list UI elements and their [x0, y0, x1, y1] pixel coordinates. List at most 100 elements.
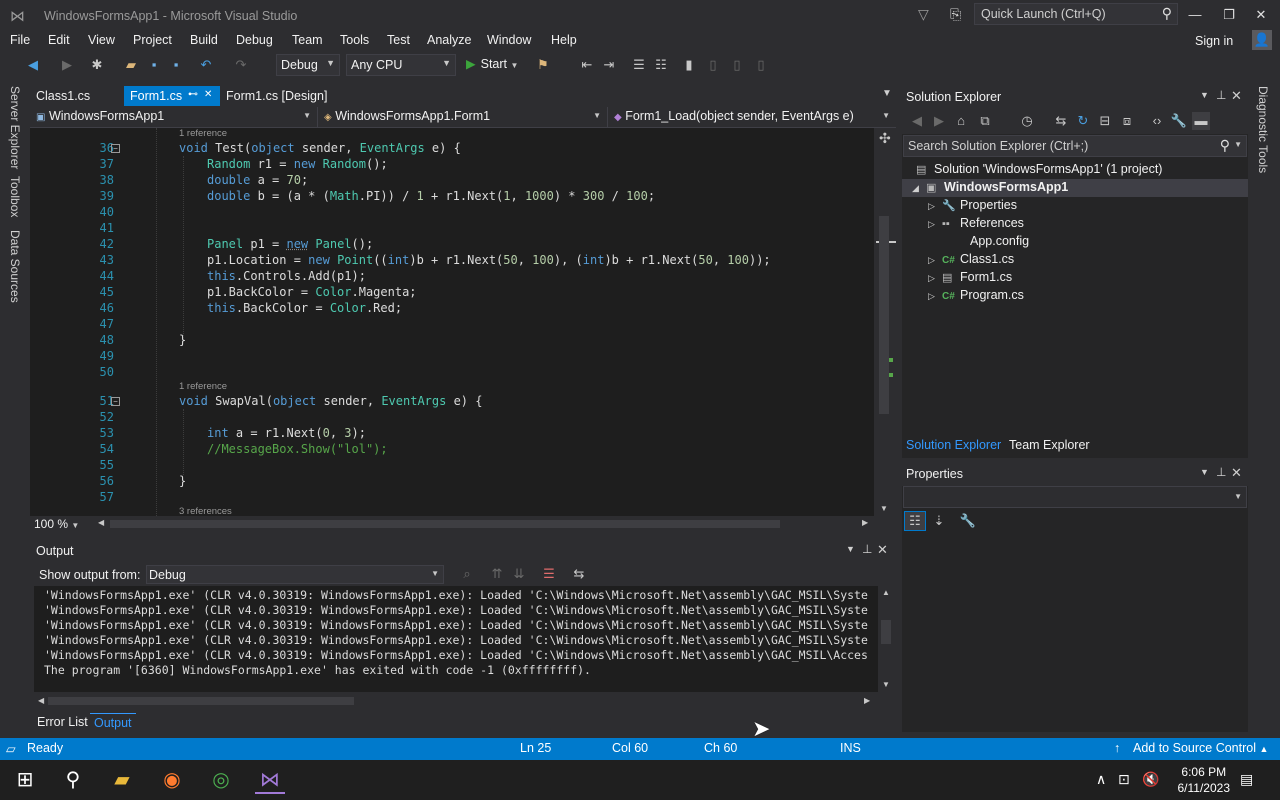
tree-item-solution[interactable]: ▤ Solution 'WindowsFormsApp1' (1 project) — [916, 162, 1162, 176]
alphabetical-icon[interactable]: ⇣ — [929, 512, 949, 530]
tab-form1-cs[interactable]: Form1.cs ⊷ ✕ — [124, 86, 220, 106]
auto-hide-pin-icon[interactable]: ⊥ — [1216, 88, 1226, 102]
refresh-icon[interactable]: ↻ — [1074, 112, 1092, 130]
scroll-right-icon[interactable]: ▶ — [864, 696, 870, 705]
close-output-icon[interactable]: ✕ — [877, 542, 888, 558]
redo-icon[interactable]: ↷ — [232, 56, 250, 74]
tree-item-app-config[interactable]: App.config — [942, 234, 1029, 248]
scroll-left-icon[interactable]: ◀ — [98, 518, 104, 527]
quick-launch-input[interactable]: Quick Launch (Ctrl+Q) ⚲ — [974, 3, 1178, 25]
menu-file[interactable]: File — [10, 33, 30, 47]
tab-form1-design[interactable]: Form1.cs [Design] — [220, 86, 333, 106]
next-message-icon[interactable]: ⇊ — [510, 565, 528, 583]
member-dropdown[interactable]: ◆ Form1_Load(object sender, EventArgs e)… — [610, 107, 896, 127]
project-dropdown[interactable]: ▣ WindowsFormsApp1 ▼ — [32, 107, 318, 127]
network-icon[interactable]: ⊡ — [1118, 771, 1130, 788]
uncomment-lines-icon[interactable]: ☷ — [652, 56, 670, 74]
toolbox-tab[interactable]: Toolbox — [8, 176, 22, 217]
previous-bookmark-icon[interactable]: ▯ — [704, 56, 722, 74]
show-hidden-icons-icon[interactable]: ∧ — [1096, 771, 1106, 788]
properties-object-select[interactable]: ▼ — [903, 486, 1247, 508]
code-editor[interactable]: 36 37 38 39 40 41 42 43 44 45 46 47 48 4… — [30, 128, 874, 516]
tab-overflow-chevron-icon[interactable]: ▼ — [882, 88, 892, 99]
collapse-all-icon[interactable]: ⊟ — [1096, 112, 1114, 130]
close-tab-icon[interactable]: ✕ — [204, 89, 212, 100]
menu-view[interactable]: View — [88, 33, 115, 47]
file-explorer-icon[interactable]: ▰ — [107, 766, 137, 794]
switch-views-icon[interactable]: ⧉ — [976, 112, 994, 130]
auto-hide-pin-icon[interactable]: ⊥ — [1216, 465, 1226, 479]
scroll-down-icon[interactable]: ▼ — [880, 504, 888, 513]
output-source-select[interactable]: Debug ▼ — [146, 565, 444, 584]
properties-wrench-icon[interactable]: 🔧 — [1170, 112, 1188, 130]
editor-scroll-thumb[interactable] — [879, 216, 889, 414]
bookmark-icon[interactable]: ▮ — [680, 56, 698, 74]
new-project-icon[interactable]: ✱ — [88, 56, 106, 74]
codelens-reference-hint[interactable]: 1 reference — [179, 128, 227, 139]
menu-test[interactable]: Test — [387, 33, 410, 47]
panel-menu-chevron-icon[interactable]: ▼ — [846, 544, 855, 554]
expanded-triangle-icon[interactable]: ◢ — [912, 183, 926, 194]
action-center-icon[interactable]: ▤ — [1240, 771, 1253, 788]
browser-link-icon[interactable]: ⚑ — [534, 56, 552, 74]
menu-team[interactable]: Team — [292, 33, 323, 47]
minimize-button[interactable]: ― — [1180, 4, 1210, 26]
property-pages-wrench-icon[interactable]: 🔧 — [958, 512, 978, 530]
sign-in-link[interactable]: Sign in — [1195, 34, 1233, 48]
editor-horizontal-scroll-thumb[interactable] — [110, 520, 780, 528]
add-to-source-control-button[interactable]: Add to Source Control ▲ — [1133, 741, 1268, 755]
clear-bookmarks-icon[interactable]: ▯ — [752, 56, 770, 74]
scroll-right-icon[interactable]: ▶ — [862, 518, 868, 527]
sync-with-document-icon[interactable]: ⇆ — [1052, 112, 1070, 130]
tree-item-project[interactable]: ◢ ▣ WindowsFormsApp1 — [912, 180, 1068, 194]
pin-tab-icon[interactable]: ⊷ — [188, 89, 198, 100]
close-solution-explorer-icon[interactable]: ✕ — [1231, 88, 1242, 104]
tree-item-form1-cs[interactable]: ▷ ▤ Form1.cs — [928, 270, 1012, 284]
collapse-region-icon[interactable]: − — [111, 397, 120, 406]
view-code-icon[interactable]: ‹› — [1148, 112, 1166, 130]
previous-message-icon[interactable]: ⇈ — [488, 565, 506, 583]
output-scroll-thumb[interactable] — [881, 620, 891, 644]
collapsed-triangle-icon[interactable]: ▷ — [928, 255, 942, 266]
feedback-icon[interactable]: ⎘ — [950, 6, 961, 23]
tab-error-list[interactable]: Error List — [33, 713, 92, 731]
home-icon[interactable]: ⌂ — [952, 112, 970, 130]
type-dropdown[interactable]: ◈ WindowsFormsApp1.Form1 ▼ — [320, 107, 608, 127]
undo-icon[interactable]: ↶ — [197, 56, 215, 74]
forward-icon[interactable]: ▶ — [930, 112, 948, 130]
restore-button[interactable]: ❐ — [1214, 4, 1244, 26]
zoom-level-select[interactable]: 100 % ▼ — [34, 517, 79, 531]
menu-edit[interactable]: Edit — [48, 33, 70, 47]
menu-window[interactable]: Window — [487, 33, 531, 47]
panel-menu-chevron-icon[interactable]: ▼ — [1200, 467, 1209, 477]
codelens-reference-hint[interactable]: 3 references — [179, 506, 232, 516]
volume-muted-icon[interactable]: 🔇 — [1142, 771, 1159, 788]
firefox-icon[interactable]: ◉ — [157, 766, 187, 794]
comment-lines-icon[interactable]: ☰ — [630, 56, 648, 74]
collapsed-triangle-icon[interactable]: ▷ — [928, 219, 942, 230]
save-icon[interactable]: ▪ — [145, 56, 163, 74]
start-debugging-button[interactable]: ▶ Start ▼ — [466, 56, 518, 71]
next-bookmark-icon[interactable]: ▯ — [728, 56, 746, 74]
panel-menu-chevron-icon[interactable]: ▼ — [1200, 90, 1209, 100]
tab-class1-cs[interactable]: Class1.cs — [30, 86, 96, 106]
tree-item-references[interactable]: ▷ ▪▪ References — [928, 216, 1024, 230]
menu-tools[interactable]: Tools — [340, 33, 369, 47]
find-message-icon[interactable]: ⌕ — [458, 565, 476, 583]
menu-project[interactable]: Project — [133, 33, 172, 47]
close-window-button[interactable]: ✕ — [1246, 4, 1276, 26]
tab-solution-explorer[interactable]: Solution Explorer — [902, 436, 1005, 456]
pending-changes-filter-icon[interactable]: ◷ — [1018, 112, 1036, 130]
split-editor-icon[interactable]: ✣ — [879, 130, 891, 147]
windows-start-icon[interactable]: ⊞ — [10, 766, 40, 794]
search-icon[interactable]: ⚲ — [58, 766, 88, 794]
chrome-icon[interactable]: ◎ — [206, 766, 236, 794]
back-icon[interactable]: ◀ — [908, 112, 926, 130]
menu-analyze[interactable]: Analyze — [427, 33, 471, 47]
account-avatar-icon[interactable]: 👤 — [1252, 30, 1272, 50]
menu-debug[interactable]: Debug — [236, 33, 273, 47]
close-properties-icon[interactable]: ✕ — [1231, 465, 1242, 481]
solution-configuration-select[interactable]: Debug ▼ — [276, 54, 340, 76]
save-all-icon[interactable]: ▪ — [167, 56, 185, 74]
output-text-area[interactable]: 'WindowsFormsApp1.exe' (CLR v4.0.30319: … — [34, 586, 878, 692]
